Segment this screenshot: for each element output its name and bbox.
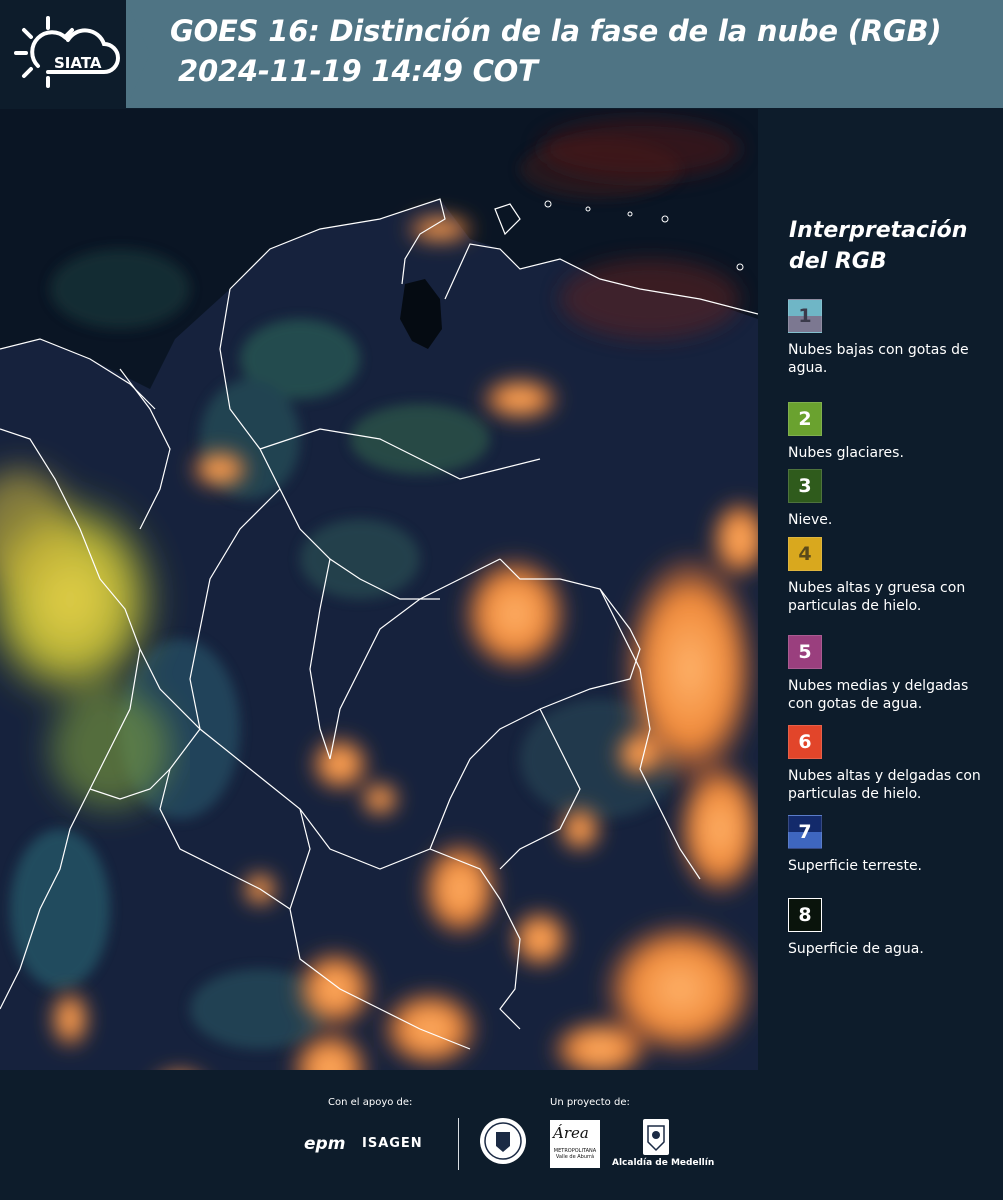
- rgb-legend-panel: Interpretación del RGB 1 Nubes bajas con …: [762, 109, 1003, 1070]
- legend-item: 8 Superficie de agua.: [788, 898, 1003, 958]
- legend-swatch: 2: [788, 402, 822, 436]
- legend-number: 5: [798, 641, 812, 663]
- page-timestamp: 2024-11-19 14:49 COT: [178, 54, 538, 88]
- siata-logo-text: SIATA: [54, 54, 102, 72]
- legend-item: 2 Nubes glaciares.: [788, 402, 1003, 462]
- map-canvas: [0, 109, 758, 1070]
- legend-label: Nubes bajas con gotas de agua.: [788, 342, 969, 376]
- legend-item: 1 Nubes bajas con gotas de agua.: [788, 299, 1003, 377]
- legend-label: Nubes altas y gruesa con particulas de h…: [788, 580, 966, 614]
- legend-title: Interpretación del RGB: [789, 218, 968, 274]
- footer: Con el apoyo de: Un proyecto de: epm ISA…: [0, 1070, 1003, 1200]
- legend-label: Nubes altas y delgadas con particulas de…: [788, 768, 981, 802]
- area-logo-text: Área: [553, 1124, 589, 1142]
- area-metropolitana-logo: Área METROPOLITANA Valle de Aburrá: [550, 1120, 600, 1168]
- legend-number: 3: [798, 475, 812, 497]
- isagen-logo: ISAGEN: [362, 1136, 423, 1151]
- siata-logo: SIATA: [8, 8, 128, 100]
- legend-label: Nubes medias y delgadas con gotas de agu…: [788, 678, 969, 712]
- epm-logo: epm: [304, 1134, 346, 1154]
- legend-label: Nubes glaciares.: [788, 445, 904, 461]
- legend-swatch: 4: [788, 537, 822, 571]
- project-caption: Un proyecto de:: [550, 1097, 630, 1108]
- header: SIATA GOES 16: Distinción de la fase de …: [0, 0, 1003, 108]
- legend-swatch: 8: [788, 898, 822, 932]
- university-seal-icon: [480, 1118, 526, 1164]
- legend-item: 4 Nubes altas y gruesa con particulas de …: [788, 537, 1003, 615]
- alcaldia-shield-icon: [643, 1119, 669, 1155]
- legend-number: 1: [798, 305, 812, 327]
- legend-swatch: 6: [788, 725, 822, 759]
- legend-item: 7 Superficie terreste.: [788, 815, 1003, 875]
- legend-number: 4: [798, 543, 812, 565]
- legend-swatch: 7: [788, 815, 822, 849]
- legend-label: Superficie terreste.: [788, 858, 923, 874]
- legend-swatch: 3: [788, 469, 822, 503]
- area-logo-subtitle: METROPOLITANA Valle de Aburrá: [553, 1148, 597, 1160]
- page-title: GOES 16: Distinción de la fase de la nub…: [170, 14, 942, 48]
- legend-label: Superficie de agua.: [788, 941, 924, 957]
- legend-number: 6: [798, 731, 812, 753]
- support-caption: Con el apoyo de:: [328, 1097, 413, 1108]
- legend-item: 3 Nieve.: [788, 469, 1003, 529]
- legend-number: 8: [798, 904, 812, 926]
- legend-item: 5 Nubes medias y delgadas con gotas de ag…: [788, 635, 1003, 713]
- legend-number: 7: [798, 821, 812, 843]
- footer-divider: [458, 1118, 459, 1170]
- legend-swatch: 5: [788, 635, 822, 669]
- legend-number: 2: [798, 408, 812, 430]
- legend-item: 6 Nubes altas y delgadas con particulas d…: [788, 725, 1003, 803]
- alcaldia-logo-text: Alcaldía de Medellín: [612, 1158, 715, 1168]
- satellite-rgb-map: [0, 109, 758, 1070]
- legend-label: Nieve.: [788, 512, 833, 528]
- legend-swatch: 1: [788, 299, 822, 333]
